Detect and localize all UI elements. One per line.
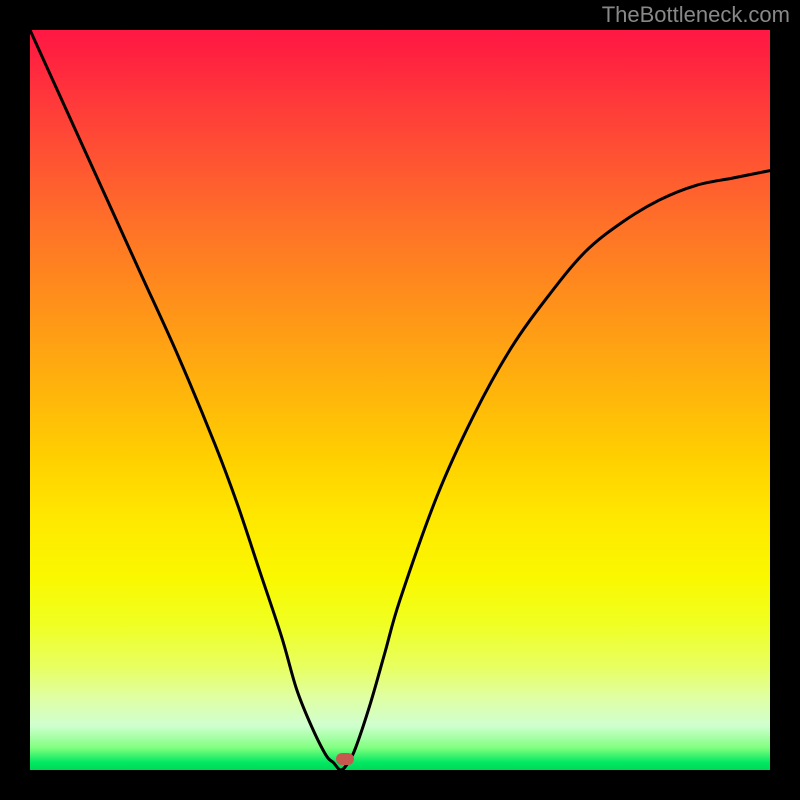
plot-area	[30, 30, 770, 770]
optimal-point-marker	[336, 753, 354, 765]
watermark-text: TheBottleneck.com	[602, 2, 790, 28]
curve-svg	[30, 30, 770, 770]
chart-container: TheBottleneck.com	[0, 0, 800, 800]
bottleneck-curve	[30, 30, 770, 770]
